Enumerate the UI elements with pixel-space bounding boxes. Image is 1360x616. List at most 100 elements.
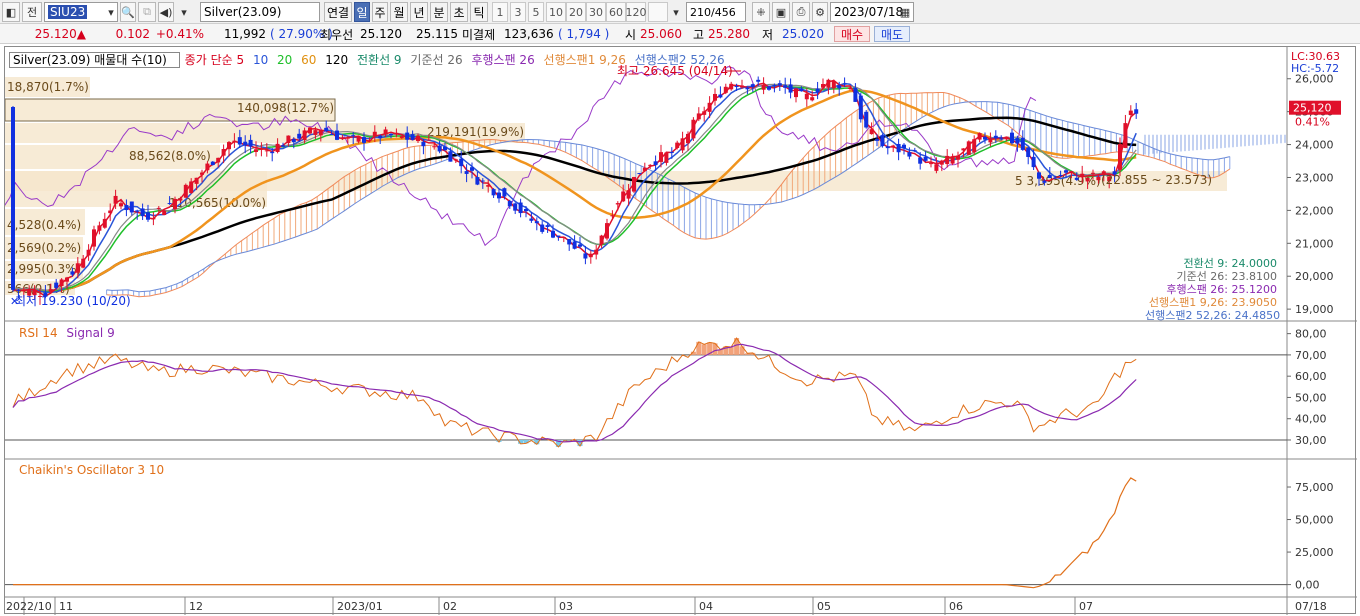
candle-body	[993, 135, 998, 139]
period-tab-second[interactable]: 초	[450, 2, 468, 22]
interval-20[interactable]: 20	[566, 2, 586, 22]
candle-body	[858, 95, 863, 120]
high-value: 25.280	[708, 27, 750, 41]
period-tab-day[interactable]: 일	[354, 2, 370, 22]
candle-body	[777, 83, 782, 86]
pin-icon[interactable]: ⁜	[752, 2, 770, 22]
candle-body	[588, 253, 593, 258]
rsi-title[interactable]: RSI 14	[19, 326, 58, 340]
period-tab-tick[interactable]: 틱	[470, 2, 488, 22]
name-field[interactable]: Silver(23.09)	[200, 2, 320, 22]
candle-body	[81, 258, 86, 268]
interval-custom[interactable]	[648, 2, 668, 22]
low-value: 25.020	[782, 27, 824, 41]
legend-ma5[interactable]: 종가 단순 5	[185, 53, 244, 67]
candle-body	[1031, 156, 1036, 168]
time-label: 2023/01	[337, 600, 383, 613]
compare-icon[interactable]: ⧉	[138, 2, 156, 22]
layout-icon[interactable]: ◧	[2, 2, 20, 22]
count-field[interactable]: 210/456	[686, 2, 746, 22]
legend-chikou[interactable]: 후행스팬 26	[471, 53, 534, 67]
legend-span-a[interactable]: 선행스팬1 9,26	[544, 53, 626, 67]
interval-3[interactable]: 3	[510, 2, 526, 22]
rsi-signal[interactable]: Signal 9	[66, 326, 114, 340]
search-icon[interactable]: 🔍	[120, 2, 136, 22]
code-dropdown-icon[interactable]: ▾	[104, 2, 118, 22]
candle-body	[534, 221, 539, 224]
rsi-tick-label: 70,00	[1295, 349, 1327, 362]
speaker-dropdown-icon[interactable]: ▾	[176, 2, 192, 22]
low-label: 저	[762, 27, 774, 42]
oi-change: ( 1,794 )	[558, 27, 610, 41]
interval-60[interactable]: 60	[606, 2, 626, 22]
interval-10[interactable]: 10	[546, 2, 566, 22]
candle-body	[102, 218, 107, 228]
low-annotation: 최저 19.230 (10/20)	[15, 294, 131, 308]
chart-svg[interactable]: 26,00025,00024,00023,00022,00021,00020,0…	[0, 47, 1357, 615]
speaker-icon[interactable]: ◀)	[158, 2, 174, 22]
candle-body	[583, 253, 588, 259]
mode-button[interactable]: 전	[22, 2, 42, 22]
interval-5[interactable]: 5	[528, 2, 544, 22]
period-tab-week[interactable]: 주	[372, 2, 388, 22]
candle-body	[713, 93, 717, 101]
candle-body	[605, 223, 609, 239]
sell-button[interactable]: 매도	[874, 26, 910, 42]
candle-body	[156, 207, 161, 209]
save-icon[interactable]: ▣	[772, 2, 790, 22]
candle-body	[864, 111, 869, 128]
period-tab-month[interactable]: 월	[390, 2, 408, 22]
candle-body	[1134, 109, 1139, 114]
candle-body	[632, 177, 636, 192]
candle-body	[59, 279, 64, 287]
candle-body	[518, 202, 523, 214]
interval-1[interactable]: 1	[492, 2, 508, 22]
period-tab-minute[interactable]: 분	[430, 2, 448, 22]
candle-body	[821, 84, 825, 88]
candle-body	[723, 86, 728, 93]
candle-body	[475, 177, 480, 185]
candle-body	[135, 210, 140, 212]
legend-tenkan[interactable]: 전환선 9	[357, 53, 402, 67]
interval-120[interactable]: 120	[626, 2, 647, 22]
candle-body	[524, 208, 528, 212]
candle-body	[680, 138, 685, 151]
candle-body	[345, 137, 350, 139]
candle-body	[421, 141, 426, 147]
settings-icon[interactable]: ⚙	[812, 2, 828, 22]
chaikin-title[interactable]: Chaikin's Oscillator 3 10	[19, 463, 164, 477]
candle-body	[988, 138, 993, 143]
time-label: 07	[1079, 600, 1093, 613]
candle-body	[826, 79, 831, 88]
candle-body	[1091, 172, 1095, 174]
candle-body	[945, 155, 950, 165]
candle-body	[178, 198, 183, 201]
legend-ma60[interactable]: 60	[301, 53, 316, 67]
chart-title-box[interactable]: Silver(23.09) 매물대 수(10)	[9, 52, 180, 68]
calendar-icon[interactable]: ▦	[897, 2, 913, 22]
period-tab-year[interactable]: 년	[410, 2, 428, 22]
legend-ma10[interactable]: 10	[253, 53, 268, 67]
candle-body	[885, 146, 890, 149]
interval-30[interactable]: 30	[586, 2, 606, 22]
candle-body	[351, 135, 356, 137]
legend-span-b[interactable]: 선행스팬2 52,26	[635, 53, 725, 67]
candle-body	[443, 146, 447, 151]
candle-body	[210, 161, 215, 166]
open-value: 25.060	[640, 27, 682, 41]
legend-ma20[interactable]: 20	[277, 53, 292, 67]
candle-body	[918, 157, 923, 164]
price-tick-label: 20,000	[1295, 270, 1334, 283]
legend-ma120[interactable]: 120	[325, 53, 348, 67]
candle-body	[1085, 177, 1090, 182]
legend-kijun[interactable]: 기준선 26	[410, 53, 462, 67]
code-value: SIU23	[48, 5, 88, 19]
candle-body	[167, 203, 172, 205]
link-button[interactable]: 연결	[324, 2, 352, 22]
candle-body	[507, 200, 512, 207]
interval-dropdown-icon[interactable]: ▾	[670, 2, 682, 22]
print-icon[interactable]: ⎙	[792, 2, 810, 22]
buy-button[interactable]: 매수	[834, 26, 870, 42]
time-label: 06	[949, 600, 963, 613]
candle-body	[1047, 174, 1052, 179]
